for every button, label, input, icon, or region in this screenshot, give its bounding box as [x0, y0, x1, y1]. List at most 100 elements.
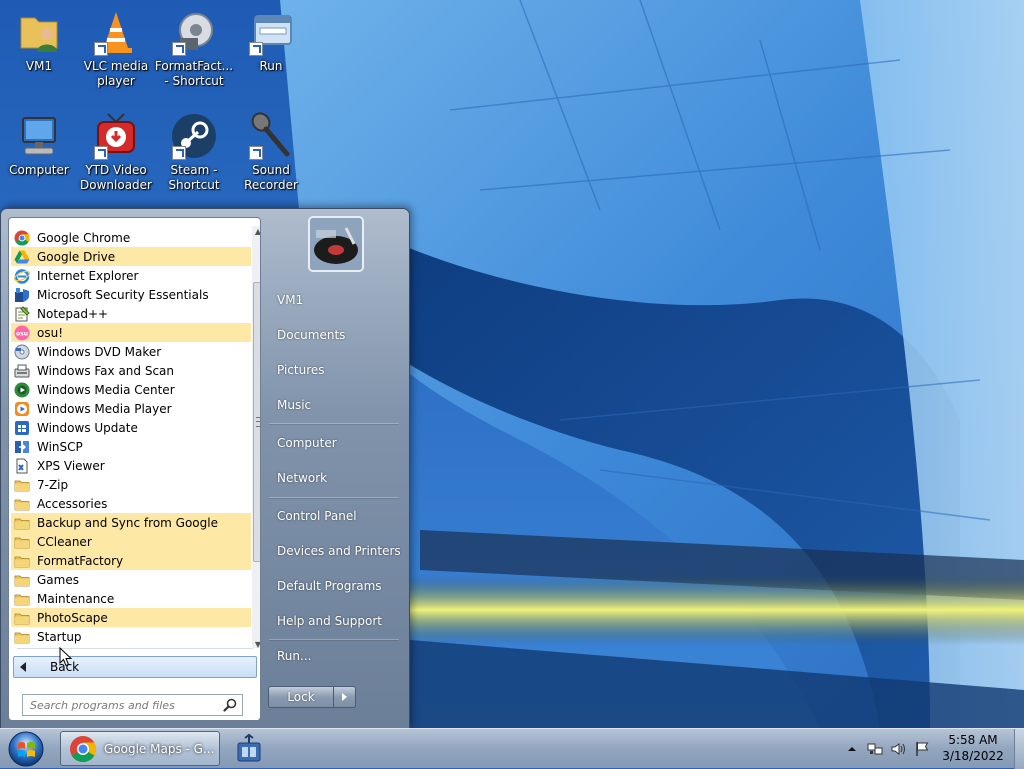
- program-item-label: Windows DVD Maker: [37, 344, 162, 359]
- program-item-windows-fax-and-scan[interactable]: Windows Fax and Scan: [11, 361, 251, 380]
- desktop-icon-label: Computer: [9, 163, 69, 177]
- show-hidden-icons-arrow-icon[interactable]: [844, 741, 860, 757]
- power-options-arrow-button[interactable]: [334, 686, 356, 708]
- security-shield-icon: [14, 287, 30, 303]
- start-link-label: Default Programs: [277, 579, 382, 593]
- action-center-flag-icon[interactable]: [914, 741, 930, 757]
- notepad-icon: [14, 305, 30, 322]
- start-link-devices-printers[interactable]: Devices and Printers: [269, 537, 401, 565]
- search-box[interactable]: [22, 694, 243, 716]
- list-divider: [17, 648, 253, 649]
- program-item-label: Google Drive: [37, 249, 116, 264]
- shortcut-arrow-icon: [249, 42, 263, 56]
- desktop-icon-run[interactable]: Run: [234, 8, 308, 74]
- desktop-icon-ytd[interactable]: YTD Video Downloader: [79, 112, 153, 193]
- microphone-icon: [247, 112, 295, 160]
- program-item-label: Accessories: [37, 496, 108, 511]
- xps-viewer-icon: [14, 458, 30, 474]
- separator: [269, 639, 399, 641]
- program-item-microsoft-security-essentials[interactable]: Microsoft Security Essentials: [11, 285, 251, 304]
- start-link-help-support[interactable]: Help and Support: [269, 607, 401, 635]
- program-item-formatfactory[interactable]: FormatFactory: [11, 551, 251, 570]
- start-menu-programs-pane: Google Chrome Google Drive Internet Explor…: [8, 217, 261, 721]
- programs-scrollbar[interactable]: ▲ ▼: [252, 226, 260, 651]
- network-app-icon[interactable]: [232, 733, 268, 765]
- network-icon[interactable]: [867, 741, 883, 757]
- desktop-icon-steam[interactable]: Steam - Shortcut: [157, 112, 231, 193]
- start-link-control-panel[interactable]: Control Panel: [269, 502, 401, 530]
- program-item-windows-media-player[interactable]: Windows Media Player: [11, 399, 251, 418]
- back-button[interactable]: Back: [13, 656, 257, 678]
- program-item-backup-and-sync-from-google[interactable]: Backup and Sync from Google: [11, 513, 251, 532]
- program-item-accessories[interactable]: Accessories: [11, 494, 251, 513]
- program-item-windows-media-center[interactable]: Windows Media Center: [11, 380, 251, 399]
- program-item-internet-explorer[interactable]: Internet Explorer: [11, 266, 251, 285]
- show-desktop-button[interactable]: [1014, 729, 1024, 769]
- program-item-windows-dvd-maker[interactable]: Windows DVD Maker: [11, 342, 251, 361]
- desktop-icon-vlc[interactable]: VLC media player: [79, 8, 153, 89]
- search-input[interactable]: [23, 697, 222, 713]
- desktop-icon-formatfactory[interactable]: FormatFact... - Shortcut: [155, 8, 233, 89]
- start-link-computer[interactable]: Computer: [269, 429, 401, 457]
- winscp-icon: [14, 439, 30, 455]
- program-item-label: Windows Update: [37, 420, 138, 435]
- start-link-network[interactable]: Network: [269, 464, 401, 492]
- user-account-picture[interactable]: [308, 216, 364, 272]
- program-item-osu[interactable]: osu osu!: [11, 323, 251, 342]
- scroll-grip-icon: [256, 417, 260, 427]
- program-item-label: PhotoScape: [37, 610, 108, 625]
- dvd-maker-icon: [14, 344, 30, 360]
- program-item-windows-update[interactable]: Windows Update: [11, 418, 251, 437]
- scroll-down-arrow-icon[interactable]: ▼: [252, 639, 260, 651]
- separator: [269, 497, 399, 499]
- desktop-icon-label: Sound Recorder: [244, 163, 298, 192]
- program-item-ccleaner[interactable]: CCleaner: [11, 532, 251, 551]
- program-item-label: Windows Media Center: [37, 382, 175, 397]
- volume-icon[interactable]: [890, 741, 906, 757]
- all-programs-list: Google Chrome Google Drive Internet Explor…: [11, 228, 251, 646]
- folder-icon: [14, 610, 30, 626]
- fax-scan-icon: [14, 363, 30, 379]
- chrome-icon: [70, 735, 97, 762]
- program-item-label: FormatFactory: [37, 553, 124, 568]
- search-icon[interactable]: [222, 697, 238, 713]
- chrome-icon: [14, 230, 30, 246]
- program-item-notepad[interactable]: Notepad++: [11, 304, 251, 323]
- start-link-label: Music: [277, 398, 312, 412]
- system-clock[interactable]: 5:58 AM 3/18/2022: [936, 732, 1010, 764]
- program-item-xps-viewer[interactable]: XPS Viewer: [11, 456, 251, 475]
- desktop-icon-vm1[interactable]: VM1: [2, 8, 76, 74]
- scroll-up-arrow-icon[interactable]: ▲: [252, 226, 260, 238]
- start-button[interactable]: [6, 730, 46, 768]
- desktop-icon-label: Steam - Shortcut: [168, 163, 220, 192]
- program-item-google-drive[interactable]: Google Drive: [11, 247, 251, 266]
- lock-button[interactable]: Lock: [268, 686, 334, 708]
- start-link-label: Documents: [277, 328, 346, 342]
- program-item-maintenance[interactable]: Maintenance: [11, 589, 251, 608]
- start-link-pictures[interactable]: Pictures: [269, 356, 401, 384]
- shortcut-arrow-icon: [94, 146, 108, 160]
- program-item-games[interactable]: Games: [11, 570, 251, 589]
- program-item-label: Google Chrome: [37, 230, 131, 245]
- program-item-google-chrome[interactable]: Google Chrome: [11, 228, 251, 247]
- desktop-icon-label: VM1: [25, 59, 53, 73]
- program-item-startup[interactable]: Startup: [11, 627, 251, 646]
- start-link-documents[interactable]: Documents: [269, 321, 401, 349]
- ytd-downloader-icon: [92, 112, 140, 160]
- start-link-vm1[interactable]: VM1: [269, 286, 401, 314]
- start-link-run[interactable]: Run...: [269, 642, 401, 670]
- program-item-winscp[interactable]: WinSCP: [11, 437, 251, 456]
- desktop-icon-label: VLC media player: [83, 59, 149, 88]
- start-link-default-programs[interactable]: Default Programs: [269, 572, 401, 600]
- program-item-7-zip[interactable]: 7-Zip: [11, 475, 251, 494]
- turntable-avatar-icon: [310, 218, 362, 270]
- program-item-photoscape[interactable]: PhotoScape: [11, 608, 251, 627]
- scrollbar-thumb[interactable]: [253, 282, 260, 562]
- media-player-icon: [14, 401, 30, 417]
- taskbar-button-google-maps[interactable]: Google Maps - G...: [60, 731, 220, 766]
- folder-icon: [14, 496, 30, 512]
- desktop-icon-sound-recorder[interactable]: Sound Recorder: [234, 112, 308, 193]
- start-link-label: Control Panel: [277, 509, 357, 523]
- start-link-music[interactable]: Music: [269, 391, 401, 419]
- desktop-icon-computer[interactable]: Computer: [2, 112, 76, 178]
